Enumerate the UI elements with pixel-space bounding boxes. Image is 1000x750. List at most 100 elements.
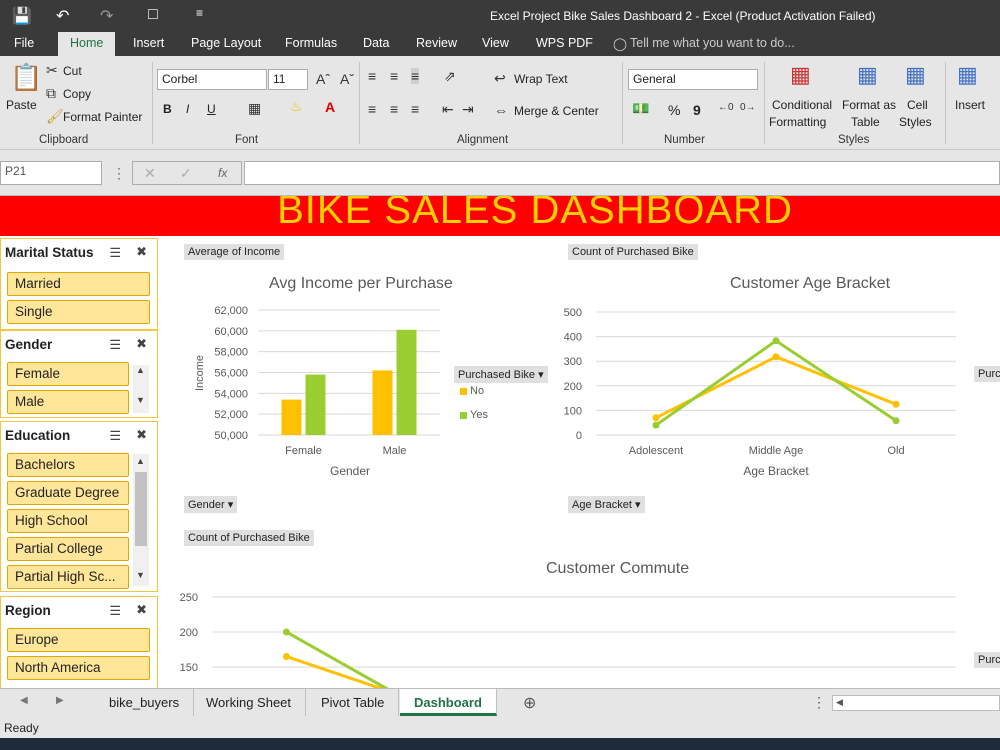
enter-icon[interactable]: ✓ [180, 165, 192, 182]
sheet-tab-working-sheet[interactable]: Working Sheet [192, 689, 307, 716]
format-painter-icon[interactable]: 🖌 [46, 108, 64, 125]
cut-icon[interactable]: ✂ [46, 62, 58, 79]
font-color-icon[interactable]: A [325, 99, 335, 115]
sheet-tab-pivot-table[interactable]: Pivot Table [307, 689, 400, 716]
name-box[interactable]: P21 [0, 161, 102, 185]
customize-qat-icon[interactable]: ≡ [196, 6, 203, 20]
insert-button[interactable]: Insert [955, 98, 985, 112]
multi-select-icon[interactable]: ☰ [109, 245, 121, 261]
scroll-up-icon[interactable]: ▲ [136, 365, 145, 375]
slicer-item-female[interactable]: Female [7, 362, 129, 386]
legend-field-button[interactable]: Purch [974, 652, 1000, 668]
table-label[interactable]: Table [851, 115, 880, 129]
cancel-icon[interactable]: ✕ [144, 165, 156, 182]
slicer-item-north-america[interactable]: North America [7, 656, 150, 680]
decrease-indent-icon[interactable]: ⇤ [442, 101, 454, 118]
axis-field-button[interactable]: Age Bracket ▾ [568, 496, 645, 513]
legend-field-button[interactable]: Purch [974, 366, 1000, 382]
clear-filter-icon[interactable]: ✖ [136, 602, 147, 618]
tab-home[interactable]: Home [58, 32, 116, 56]
scroll-down-icon[interactable]: ▼ [136, 395, 145, 405]
tab-view[interactable]: View [482, 36, 509, 50]
clear-filter-icon[interactable]: ✖ [136, 244, 147, 260]
save-icon[interactable]: 💾 [12, 6, 32, 26]
redo-icon[interactable]: ↷ [100, 6, 113, 26]
merge-icon[interactable]: ⇔ [494, 102, 508, 118]
font-name-select[interactable]: Corbel [157, 69, 267, 90]
scroll-thumb[interactable] [135, 472, 147, 546]
paste-icon[interactable]: 📋 [10, 62, 42, 93]
format-as-table-icon[interactable]: ▦ [857, 62, 878, 88]
merge-center-button[interactable]: Merge & Center [514, 104, 599, 118]
percent-button[interactable]: % [668, 102, 680, 118]
multi-select-icon[interactable]: ☰ [109, 428, 121, 444]
slicer-item-married[interactable]: Married [7, 272, 150, 296]
paste-button[interactable]: Paste [6, 98, 37, 112]
multi-select-icon[interactable]: ☰ [109, 337, 121, 353]
insert-function-button[interactable]: fx [218, 166, 227, 180]
scroll-down-icon[interactable]: ▼ [136, 570, 145, 580]
align-middle-icon[interactable]: ≡ [390, 68, 398, 84]
axis-field-button[interactable]: Gender ▾ [184, 496, 238, 513]
formula-input[interactable] [244, 161, 1000, 185]
scroll-sheets-right-icon[interactable]: ▶ [56, 695, 64, 706]
sheet-tab-dashboard[interactable]: Dashboard [400, 689, 497, 716]
tab-formulas[interactable]: Formulas [285, 36, 337, 50]
conditional-formatting-icon[interactable]: ▦ [790, 62, 811, 88]
cell-label[interactable]: Cell [907, 98, 928, 112]
slicer-item-europe[interactable]: Europe [7, 628, 150, 652]
align-left-icon[interactable]: ≡ [368, 101, 376, 117]
cut-button[interactable]: Cut [63, 64, 82, 78]
format-as-label[interactable]: Format as [842, 98, 896, 112]
slicer-item-male[interactable]: Male [7, 390, 129, 414]
add-sheet-icon[interactable]: ⊕ [523, 693, 536, 713]
wrap-text-button[interactable]: Wrap Text [514, 72, 568, 86]
slicer-item-partial-college[interactable]: Partial College [7, 537, 129, 561]
scroll-sheets-left-icon[interactable]: ◀ [20, 695, 28, 706]
wrap-text-icon[interactable]: ↩ [494, 70, 506, 87]
grow-font-icon[interactable]: Aˆ [316, 71, 330, 87]
insert-cells-icon[interactable]: ▦ [957, 62, 978, 88]
underline-button[interactable]: U [207, 102, 216, 116]
italic-button[interactable]: I [186, 102, 189, 116]
clear-filter-icon[interactable]: ✖ [136, 336, 147, 352]
formatting-label[interactable]: Formatting [769, 115, 826, 129]
slicer-item-single[interactable]: Single [7, 300, 150, 324]
tell-me-box[interactable]: Tell me what you want to do... [630, 36, 795, 50]
copy-icon[interactable]: ⧉ [46, 85, 56, 102]
align-right-icon[interactable]: ≡ [411, 101, 419, 117]
scroll-up-icon[interactable]: ▲ [136, 456, 145, 466]
commute-chart[interactable]: Count of Purchased Bike Customer Commute… [176, 522, 1000, 688]
multi-select-icon[interactable]: ☰ [109, 603, 121, 619]
slicer-item-high-school[interactable]: High School [7, 509, 129, 533]
cell-styles-icon[interactable]: ▦ [905, 62, 926, 88]
fill-color-icon[interactable]: ♨ [290, 98, 303, 115]
increase-indent-icon[interactable]: ⇥ [462, 101, 474, 118]
legend-field-button[interactable]: Purchased Bike ▾ [454, 366, 548, 383]
borders-icon[interactable]: ▦ [248, 100, 261, 117]
copy-button[interactable]: Copy [63, 87, 91, 101]
tab-file[interactable]: File [14, 36, 34, 50]
slicer-item-partial-high-school[interactable]: Partial High Sc... [7, 565, 129, 589]
align-top-icon[interactable]: ≡ [368, 68, 376, 84]
education-slicer-scrollbar[interactable]: ▲ ▼ [133, 454, 149, 586]
font-size-select[interactable]: 11 [268, 69, 308, 90]
comma-button[interactable]: 9 [693, 102, 701, 118]
shrink-font-icon[interactable]: Aˇ [340, 71, 354, 87]
decrease-decimal-icon[interactable]: 0→ [740, 102, 756, 113]
tab-wps-pdf[interactable]: WPS PDF [536, 36, 593, 50]
sheet-tab-bike-buyers[interactable]: bike_buyers [95, 689, 195, 716]
clear-filter-icon[interactable]: ✖ [136, 427, 147, 443]
tab-data[interactable]: Data [363, 36, 389, 50]
format-painter-button[interactable]: Format Painter [63, 110, 142, 124]
tab-page-layout[interactable]: Page Layout [191, 36, 261, 50]
slicer-item-graduate-degree[interactable]: Graduate Degree [7, 481, 129, 505]
number-format-select[interactable]: General [628, 69, 758, 90]
conditional-label[interactable]: Conditional [772, 98, 832, 112]
undo-icon[interactable]: ↶ [56, 6, 69, 26]
styles-label[interactable]: Styles [899, 115, 932, 129]
gender-slicer-scrollbar[interactable]: ▲ ▼ [133, 365, 149, 413]
accounting-icon[interactable]: 💵 [632, 100, 649, 117]
new-file-icon[interactable]: □ [148, 6, 158, 24]
tab-review[interactable]: Review [416, 36, 457, 50]
